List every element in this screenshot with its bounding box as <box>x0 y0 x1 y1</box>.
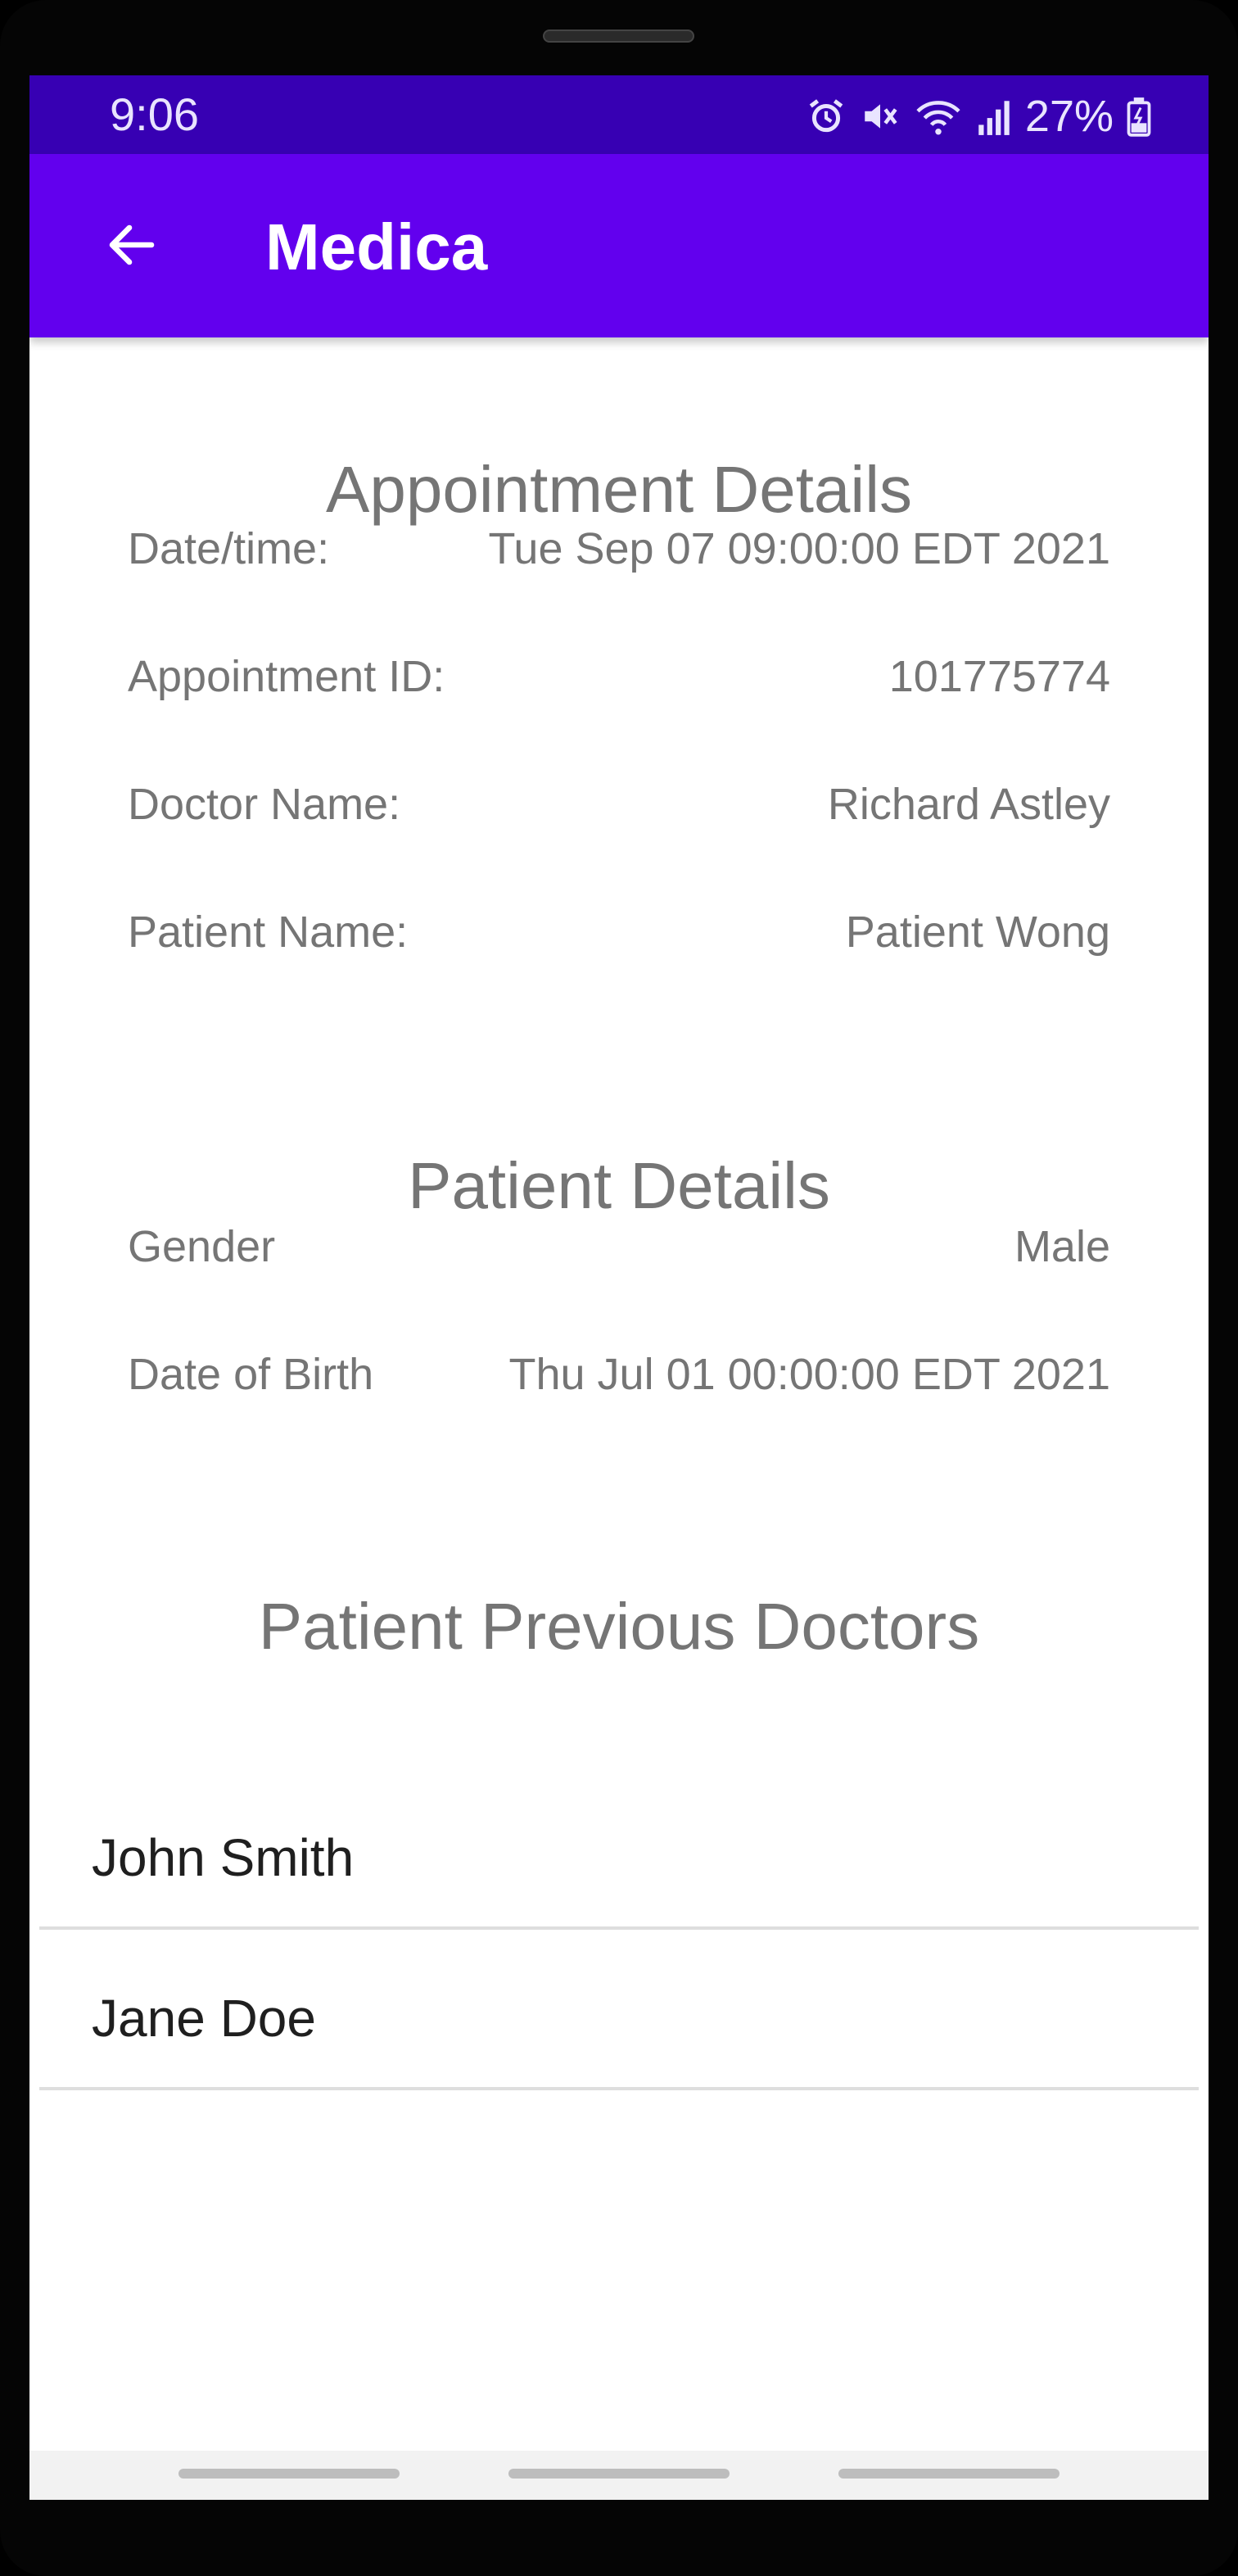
detail-row-date-of-birth: Date of Birth Thu Jul 01 00:00:00 EDT 20… <box>128 1345 1110 1404</box>
navigation-bar <box>29 2451 1209 2500</box>
app-title: Medica <box>265 211 488 283</box>
signal-icon <box>976 96 1012 137</box>
status-bar: 9:06 27% <box>29 75 1209 154</box>
recent-apps-handle[interactable] <box>178 2469 400 2479</box>
status-time: 9:06 <box>110 88 199 140</box>
detail-label: Doctor Name: <box>128 780 401 829</box>
mute-icon <box>860 96 901 137</box>
detail-row-doctor-name: Doctor Name: Richard Astley <box>128 775 1110 834</box>
detail-label: Patient Name: <box>128 908 409 957</box>
doctor-name: Jane Doe <box>92 1989 316 2048</box>
detail-row-appointment-id: Appointment ID: 101775774 <box>128 647 1110 706</box>
arrow-left-icon <box>102 215 161 278</box>
patient-details-heading: Patient Details <box>408 1149 830 1222</box>
home-handle[interactable] <box>508 2469 730 2479</box>
detail-label: Gender <box>128 1222 276 1271</box>
back-handle[interactable] <box>838 2469 1060 2479</box>
detail-row-patient-name: Patient Name: Patient Wong <box>128 903 1110 962</box>
previous-doctors-heading: Patient Previous Doctors <box>258 1590 980 1663</box>
phone-frame: 9:06 27% Medica Appointment Details Date… <box>0 0 1238 2576</box>
back-button[interactable] <box>87 201 177 292</box>
app-bar: Medica <box>29 154 1209 337</box>
detail-value: 101775774 <box>888 652 1110 701</box>
doctor-list-item[interactable]: Jane Doe <box>39 1933 1199 2090</box>
detail-row-datetime: Date/time: Tue Sep 07 09:00:00 EDT 2021 <box>128 519 1110 578</box>
status-icons: 27% <box>806 90 1151 143</box>
doctor-list-item[interactable]: John Smith <box>39 1772 1199 1930</box>
battery-icon <box>1127 96 1151 137</box>
speaker-grille <box>543 29 694 43</box>
detail-row-gender: Gender Male <box>128 1217 1110 1276</box>
detail-label: Date of Birth <box>128 1350 374 1399</box>
alarm-icon <box>806 96 847 137</box>
doctor-name: John Smith <box>92 1828 355 1887</box>
appointment-details-heading: Appointment Details <box>326 453 912 526</box>
detail-value: Patient Wong <box>845 908 1110 957</box>
detail-value: Thu Jul 01 00:00:00 EDT 2021 <box>508 1350 1110 1399</box>
detail-value: Male <box>1014 1222 1110 1271</box>
detail-value: Tue Sep 07 09:00:00 EDT 2021 <box>488 524 1110 573</box>
detail-label: Date/time: <box>128 524 330 573</box>
detail-label: Appointment ID: <box>128 652 445 701</box>
wifi-icon <box>914 96 963 137</box>
battery-percentage: 27% <box>1024 92 1114 141</box>
screen: 9:06 27% Medica Appointment Details Date… <box>29 75 1209 2500</box>
detail-value: Richard Astley <box>827 780 1110 829</box>
